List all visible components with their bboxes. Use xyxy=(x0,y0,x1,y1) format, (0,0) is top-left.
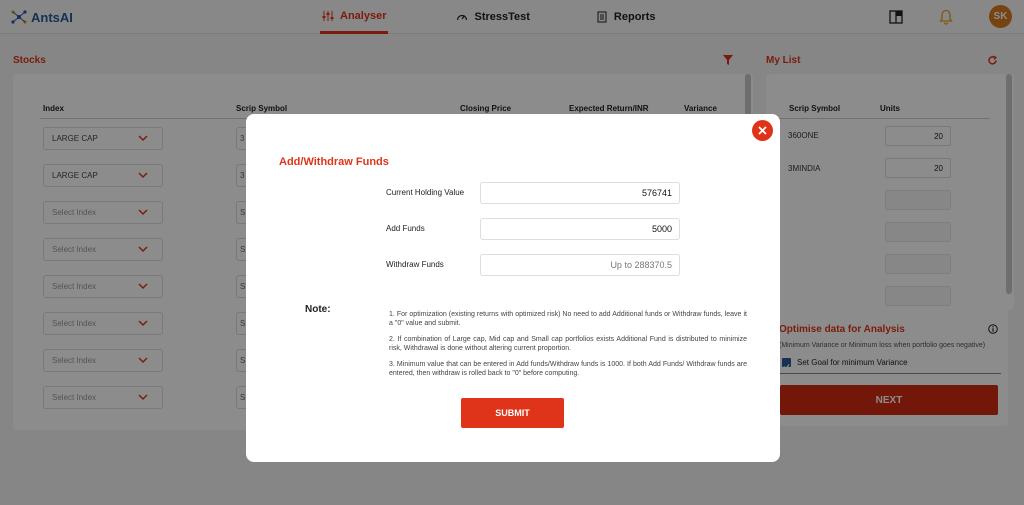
add-funds-field[interactable] xyxy=(480,218,680,240)
current-holding-field[interactable] xyxy=(480,182,680,204)
note-label: Note: xyxy=(305,304,331,315)
add-funds-label: Add Funds xyxy=(386,224,425,233)
close-icon xyxy=(758,126,767,135)
current-holding-label: Current Holding Value xyxy=(386,188,465,197)
note-item: 1. For optimization (existing returns wi… xyxy=(389,311,747,327)
withdraw-funds-field[interactable] xyxy=(480,254,680,276)
withdraw-funds-label: Withdraw Funds xyxy=(386,260,444,269)
modal-title: Add/Withdraw Funds xyxy=(279,156,389,168)
add-withdraw-funds-modal: Add/Withdraw Funds Current Holding Value… xyxy=(246,114,780,462)
note-item: 3. Minimum value that can be entered in … xyxy=(389,361,747,377)
submit-button[interactable]: SUBMIT xyxy=(461,398,564,428)
close-button[interactable] xyxy=(752,120,773,141)
note-item: 2. If combination of Large cap, Mid cap … xyxy=(389,336,747,352)
